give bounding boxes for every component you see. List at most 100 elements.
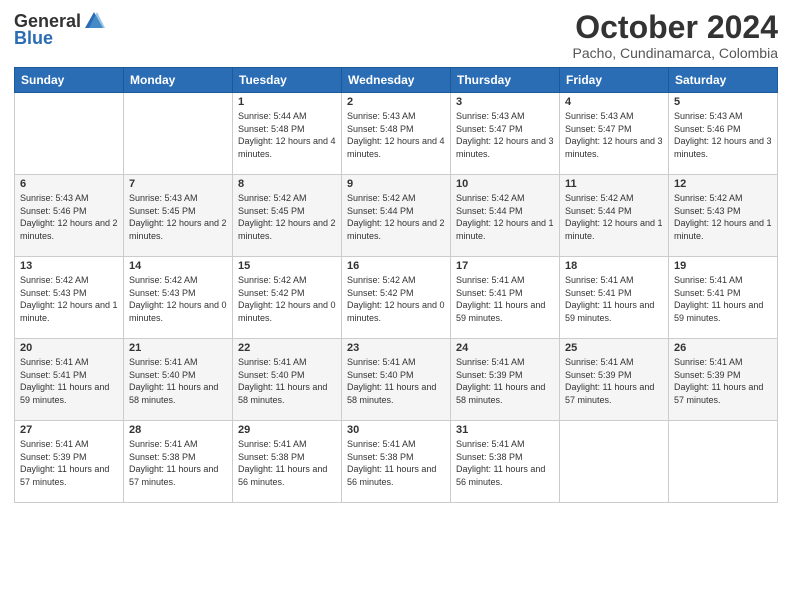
day-number: 1: [238, 96, 336, 108]
day-number: 31: [456, 424, 554, 436]
day-number: 9: [347, 178, 445, 190]
day-number: 17: [456, 260, 554, 272]
day-number: 14: [129, 260, 227, 272]
day-number: 27: [20, 424, 118, 436]
col-saturday: Saturday: [669, 68, 778, 93]
col-tuesday: Tuesday: [233, 68, 342, 93]
cell-info: Sunrise: 5:42 AM Sunset: 5:43 PM Dayligh…: [20, 275, 118, 323]
day-number: 12: [674, 178, 772, 190]
day-number: 22: [238, 342, 336, 354]
logo-icon: [83, 10, 105, 32]
table-row: 10Sunrise: 5:42 AM Sunset: 5:44 PM Dayli…: [451, 175, 560, 257]
table-row: 11 Sunrise: 5:42 AM Sunset: 5:44 PM Dayli…: [560, 175, 669, 257]
cell-info: Sunrise: 5:41 AM Sunset: 5:40 PM Dayligh…: [347, 357, 436, 405]
cell-info: Sunrise: 5:43 AM Sunset: 5:47 PM Dayligh…: [456, 111, 554, 159]
table-row: 17 Sunrise: 5:41 AM Sunset: 5:41 PM Dayli…: [451, 257, 560, 339]
col-monday: Monday: [124, 68, 233, 93]
day-number: 15: [238, 260, 336, 272]
cell-info: Sunrise: 5:41 AM Sunset: 5:39 PM Dayligh…: [565, 357, 654, 405]
table-row: 6Sunrise: 5:43 AM Sunset: 5:46 PM Daylig…: [15, 175, 124, 257]
cell-info: Sunrise: 5:41 AM Sunset: 5:38 PM Dayligh…: [129, 439, 218, 487]
day-number: 18: [565, 260, 663, 272]
cell-info: Sunrise: 5:42 AM Sunset: 5:44 PM Dayligh…: [347, 193, 445, 241]
logo-area: General Blue: [14, 10, 105, 49]
cell-info: Sunrise: 5:42 AM Sunset: 5:42 PM Dayligh…: [347, 275, 445, 323]
day-number: 11: [565, 178, 663, 190]
cell-info: Sunrise: 5:41 AM Sunset: 5:39 PM Dayligh…: [20, 439, 109, 487]
day-number: 16: [347, 260, 445, 272]
table-row: 29 Sunrise: 5:41 AM Sunset: 5:38 PM Dayli…: [233, 421, 342, 503]
cell-info: Sunrise: 5:43 AM Sunset: 5:48 PM Dayligh…: [347, 111, 445, 159]
day-number: 3: [456, 96, 554, 108]
day-number: 7: [129, 178, 227, 190]
table-row: 13 Sunrise: 5:42 AM Sunset: 5:43 PM Dayli…: [15, 257, 124, 339]
day-number: 26: [674, 342, 772, 354]
table-row: 2Sunrise: 5:43 AM Sunset: 5:48 PM Daylig…: [342, 93, 451, 175]
cell-info: Sunrise: 5:42 AM Sunset: 5:45 PM Dayligh…: [238, 193, 336, 241]
cell-info: Sunrise: 5:41 AM Sunset: 5:41 PM Dayligh…: [565, 275, 654, 323]
table-row: 31Sunrise: 5:41 AM Sunset: 5:38 PM Dayli…: [451, 421, 560, 503]
calendar-header-row: Sunday Monday Tuesday Wednesday Thursday…: [15, 68, 778, 93]
day-number: 4: [565, 96, 663, 108]
header: General Blue October 2024 Pacho, Cundina…: [14, 10, 778, 61]
table-row: 26Sunrise: 5:41 AM Sunset: 5:39 PM Dayli…: [669, 339, 778, 421]
title-area: October 2024 Pacho, Cundinamarca, Colomb…: [573, 10, 778, 61]
table-row: [124, 93, 233, 175]
table-row: 25 Sunrise: 5:41 AM Sunset: 5:39 PM Dayli…: [560, 339, 669, 421]
day-number: 13: [20, 260, 118, 272]
cell-info: Sunrise: 5:41 AM Sunset: 5:41 PM Dayligh…: [674, 275, 763, 323]
table-row: 9 Sunrise: 5:42 AM Sunset: 5:44 PM Daylig…: [342, 175, 451, 257]
cell-info: Sunrise: 5:41 AM Sunset: 5:40 PM Dayligh…: [238, 357, 327, 405]
table-row: [15, 93, 124, 175]
cell-info: Sunrise: 5:42 AM Sunset: 5:43 PM Dayligh…: [129, 275, 227, 323]
day-number: 23: [347, 342, 445, 354]
table-row: 5 Sunrise: 5:43 AM Sunset: 5:46 PM Daylig…: [669, 93, 778, 175]
day-number: 19: [674, 260, 772, 272]
table-row: 18 Sunrise: 5:41 AM Sunset: 5:41 PM Dayli…: [560, 257, 669, 339]
week-row-2: 6Sunrise: 5:43 AM Sunset: 5:46 PM Daylig…: [15, 175, 778, 257]
cell-info: Sunrise: 5:42 AM Sunset: 5:44 PM Dayligh…: [456, 193, 554, 241]
day-number: 29: [238, 424, 336, 436]
cell-info: Sunrise: 5:43 AM Sunset: 5:46 PM Dayligh…: [674, 111, 772, 159]
col-thursday: Thursday: [451, 68, 560, 93]
day-number: 6: [20, 178, 118, 190]
table-row: 28 Sunrise: 5:41 AM Sunset: 5:38 PM Dayli…: [124, 421, 233, 503]
table-row: 21 Sunrise: 5:41 AM Sunset: 5:40 PM Dayli…: [124, 339, 233, 421]
location: Pacho, Cundinamarca, Colombia: [573, 45, 778, 61]
table-row: 8Sunrise: 5:42 AM Sunset: 5:45 PM Daylig…: [233, 175, 342, 257]
cell-info: Sunrise: 5:41 AM Sunset: 5:40 PM Dayligh…: [129, 357, 218, 405]
cell-info: Sunrise: 5:41 AM Sunset: 5:38 PM Dayligh…: [238, 439, 327, 487]
cell-info: Sunrise: 5:41 AM Sunset: 5:41 PM Dayligh…: [456, 275, 545, 323]
table-row: [669, 421, 778, 503]
calendar-table: Sunday Monday Tuesday Wednesday Thursday…: [14, 67, 778, 503]
cell-info: Sunrise: 5:41 AM Sunset: 5:38 PM Dayligh…: [347, 439, 436, 487]
cell-info: Sunrise: 5:42 AM Sunset: 5:43 PM Dayligh…: [674, 193, 772, 241]
cell-info: Sunrise: 5:43 AM Sunset: 5:47 PM Dayligh…: [565, 111, 663, 159]
cell-info: Sunrise: 5:43 AM Sunset: 5:45 PM Dayligh…: [129, 193, 227, 241]
day-number: 25: [565, 342, 663, 354]
day-number: 30: [347, 424, 445, 436]
table-row: 14 Sunrise: 5:42 AM Sunset: 5:43 PM Dayli…: [124, 257, 233, 339]
cell-info: Sunrise: 5:42 AM Sunset: 5:42 PM Dayligh…: [238, 275, 336, 323]
week-row-5: 27 Sunrise: 5:41 AM Sunset: 5:39 PM Dayli…: [15, 421, 778, 503]
cell-info: Sunrise: 5:41 AM Sunset: 5:39 PM Dayligh…: [456, 357, 545, 405]
day-number: 21: [129, 342, 227, 354]
table-row: 4 Sunrise: 5:43 AM Sunset: 5:47 PM Daylig…: [560, 93, 669, 175]
col-sunday: Sunday: [15, 68, 124, 93]
month-title: October 2024: [573, 10, 778, 45]
col-wednesday: Wednesday: [342, 68, 451, 93]
day-number: 24: [456, 342, 554, 354]
table-row: 19 Sunrise: 5:41 AM Sunset: 5:41 PM Dayli…: [669, 257, 778, 339]
table-row: 7 Sunrise: 5:43 AM Sunset: 5:45 PM Daylig…: [124, 175, 233, 257]
day-number: 5: [674, 96, 772, 108]
cell-info: Sunrise: 5:44 AM Sunset: 5:48 PM Dayligh…: [238, 111, 336, 159]
week-row-3: 13 Sunrise: 5:42 AM Sunset: 5:43 PM Dayli…: [15, 257, 778, 339]
table-row: 22 Sunrise: 5:41 AM Sunset: 5:40 PM Dayli…: [233, 339, 342, 421]
table-row: 3 Sunrise: 5:43 AM Sunset: 5:47 PM Daylig…: [451, 93, 560, 175]
page: General Blue October 2024 Pacho, Cundina…: [0, 0, 792, 612]
cell-info: Sunrise: 5:42 AM Sunset: 5:44 PM Dayligh…: [565, 193, 663, 241]
day-number: 28: [129, 424, 227, 436]
table-row: 1 Sunrise: 5:44 AM Sunset: 5:48 PM Daylig…: [233, 93, 342, 175]
cell-info: Sunrise: 5:41 AM Sunset: 5:41 PM Dayligh…: [20, 357, 109, 405]
table-row: 30 Sunrise: 5:41 AM Sunset: 5:38 PM Dayli…: [342, 421, 451, 503]
